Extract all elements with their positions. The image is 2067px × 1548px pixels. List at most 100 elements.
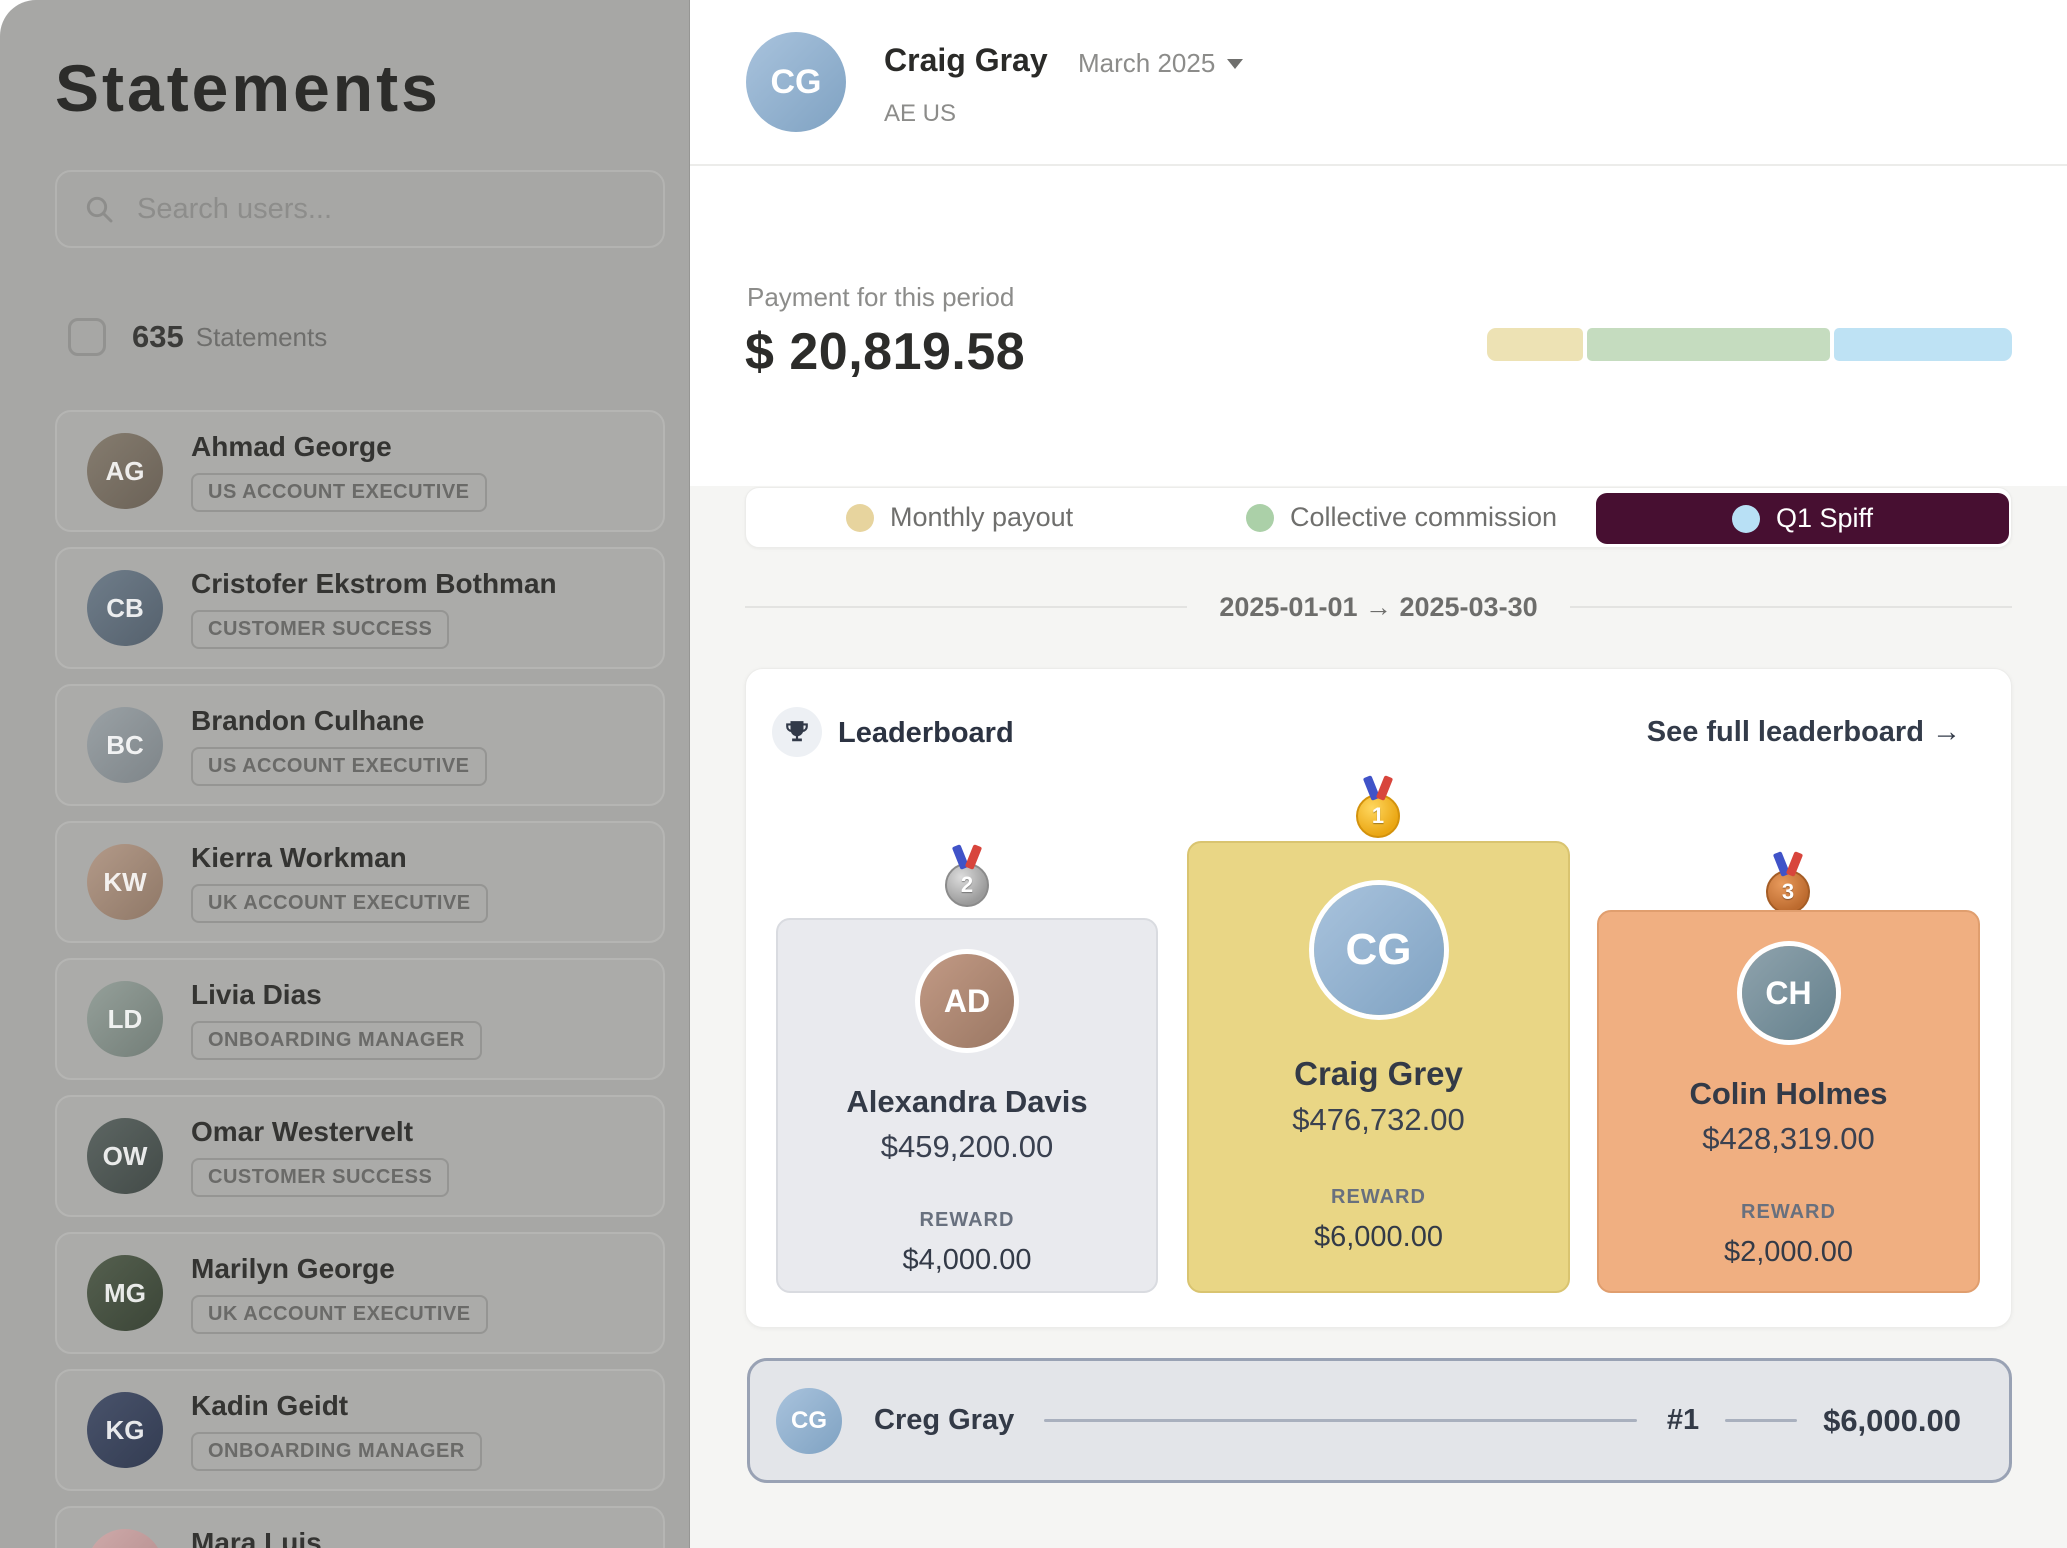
- avatar: CG: [746, 32, 846, 132]
- avatar: ML: [87, 1529, 163, 1548]
- list-item[interactable]: AG Ahmad George US ACCOUNT EXECUTIVE: [55, 410, 665, 532]
- avatar: CG: [776, 1388, 842, 1454]
- role-badge: US ACCOUNT EXECUTIVE: [191, 473, 487, 512]
- podium-card-first[interactable]: CG Craig Grey $476,732.00 REWARD $6,000.…: [1187, 841, 1570, 1293]
- list-item[interactable]: OW Omar Westervelt CUSTOMER SUCCESS: [55, 1095, 665, 1217]
- bar-segment-q1-spiff[interactable]: [1834, 328, 2012, 361]
- reward-label: REWARD: [920, 1209, 1015, 1232]
- role-badge: UK ACCOUNT EXECUTIVE: [191, 1295, 488, 1334]
- statements-app: Statements 635 Statements AG Ahmad Georg…: [0, 0, 2067, 1548]
- date-range: 2025-01-01 → 2025-03-30: [745, 592, 2012, 623]
- page-title: Statements: [55, 50, 441, 126]
- legend-item-q1-spiff-selected[interactable]: Q1 Spiff: [1596, 493, 2009, 544]
- rank-badge: #1: [1667, 1404, 1699, 1437]
- bar-segment-collective-commission[interactable]: [1587, 328, 1830, 361]
- legend-item-collective-commission[interactable]: Collective commission: [1246, 488, 1557, 547]
- list-item[interactable]: ML Mara Luis CUSTOMER SUCCESS: [55, 1506, 665, 1548]
- podium-name: Colin Holmes: [1689, 1076, 1887, 1112]
- avatar: KW: [87, 844, 163, 920]
- silver-medal-icon: 2: [944, 845, 990, 907]
- podium-name: Craig Grey: [1294, 1055, 1463, 1093]
- podium-value: $476,732.00: [1292, 1102, 1464, 1138]
- breakdown-legend: Monthly payout Collective commission Q1 …: [745, 487, 2012, 548]
- reward-value: $4,000.00: [902, 1244, 1031, 1277]
- user-name: Marilyn George: [191, 1253, 395, 1285]
- user-name: Kadin Geidt: [191, 1390, 348, 1422]
- period-dropdown[interactable]: March 2025: [1078, 48, 1243, 79]
- search-box[interactable]: [55, 170, 665, 248]
- payment-breakdown-bar: [1487, 328, 2012, 361]
- current-user-rank-row[interactable]: CG Creg Gray #1 $6,000.00: [747, 1358, 2012, 1483]
- role-badge: CUSTOMER SUCCESS: [191, 1158, 449, 1197]
- user-name: Creg Gray: [874, 1404, 1014, 1437]
- avatar: KG: [87, 1392, 163, 1468]
- q1-spiff-dot-icon: [1732, 505, 1760, 533]
- legend-item-monthly-payout[interactable]: Monthly payout: [846, 488, 1073, 547]
- avatar: AD: [920, 954, 1014, 1048]
- date-range-row: 2025-01-01 → 2025-03-30: [745, 578, 2012, 634]
- reward-value: $2,000.00: [1724, 1236, 1853, 1269]
- avatar: LD: [87, 981, 163, 1057]
- rank-number: 3: [1766, 870, 1810, 914]
- user-name: Brandon Culhane: [191, 705, 424, 737]
- user-name: Omar Westervelt: [191, 1116, 413, 1148]
- statements-count-row: 635 Statements: [68, 318, 327, 356]
- list-item[interactable]: LD Livia Dias ONBOARDING MANAGER: [55, 958, 665, 1080]
- payment-amount: $ 20,819.58: [745, 322, 1025, 382]
- list-item[interactable]: KG Kadin Geidt ONBOARDING MANAGER: [55, 1369, 665, 1491]
- list-item[interactable]: BC Brandon Culhane US ACCOUNT EXECUTIVE: [55, 684, 665, 806]
- avatar: BC: [87, 707, 163, 783]
- user-list: AG Ahmad George US ACCOUNT EXECUTIVE CB …: [55, 410, 665, 1548]
- user-name: Ahmad George: [191, 431, 392, 463]
- divider: [1044, 1419, 1637, 1422]
- monthly-payout-dot-icon: [846, 504, 874, 532]
- avatar: AG: [87, 433, 163, 509]
- rank-number: 1: [1356, 794, 1400, 838]
- avatar: MG: [87, 1255, 163, 1331]
- podium-value: $459,200.00: [881, 1129, 1053, 1165]
- podium-card-second[interactable]: AD Alexandra Davis $459,200.00 REWARD $4…: [776, 918, 1158, 1293]
- leaderboard-title: Leaderboard: [838, 717, 1014, 750]
- user-name: Livia Dias: [191, 979, 322, 1011]
- collective-commission-dot-icon: [1246, 504, 1274, 532]
- avatar: CB: [87, 570, 163, 646]
- divider: [1725, 1419, 1797, 1422]
- role-badge: US ACCOUNT EXECUTIVE: [191, 747, 487, 786]
- bar-segment-monthly-payout[interactable]: [1487, 328, 1583, 361]
- search-input[interactable]: [135, 192, 637, 227]
- chevron-down-icon: [1227, 59, 1243, 69]
- statements-sidebar: Statements 635 Statements AG Ahmad Georg…: [0, 0, 690, 1548]
- select-all-checkbox[interactable]: [68, 318, 106, 356]
- rank-number: 2: [945, 863, 989, 907]
- role-badge: ONBOARDING MANAGER: [191, 1432, 482, 1471]
- user-name: Cristofer Ekstrom Bothman: [191, 568, 557, 600]
- list-item[interactable]: KW Kierra Workman UK ACCOUNT EXECUTIVE: [55, 821, 665, 943]
- statements-count-label: Statements: [196, 322, 328, 353]
- podium-card-third[interactable]: CH Colin Holmes $428,319.00 REWARD $2,00…: [1597, 910, 1980, 1293]
- search-icon: [83, 193, 115, 225]
- avatar: CH: [1742, 946, 1836, 1040]
- list-item[interactable]: CB Cristofer Ekstrom Bothman CUSTOMER SU…: [55, 547, 665, 669]
- statements-count: 635: [132, 319, 184, 355]
- role-badge: ONBOARDING MANAGER: [191, 1021, 482, 1060]
- see-full-leaderboard-link[interactable]: See full leaderboard →: [1647, 716, 1961, 749]
- avatar: OW: [87, 1118, 163, 1194]
- period-label: March 2025: [1078, 48, 1215, 79]
- list-item[interactable]: MG Marilyn George UK ACCOUNT EXECUTIVE: [55, 1232, 665, 1354]
- avatar: CG: [1314, 885, 1444, 1015]
- podium-value: $428,319.00: [1702, 1121, 1874, 1157]
- role-badge: CUSTOMER SUCCESS: [191, 610, 449, 649]
- user-name: Mara Luis: [191, 1527, 322, 1548]
- legend-label: Q1 Spiff: [1776, 503, 1873, 534]
- legend-label: Monthly payout: [890, 502, 1073, 533]
- payment-label: Payment for this period: [747, 282, 1014, 313]
- reward-label: REWARD: [1741, 1201, 1836, 1224]
- bronze-medal-icon: 3: [1765, 852, 1811, 914]
- reward-value: $6,000.00: [1314, 1221, 1443, 1254]
- legend-label: Collective commission: [1290, 502, 1557, 533]
- podium-name: Alexandra Davis: [846, 1084, 1087, 1120]
- reward-label: REWARD: [1331, 1186, 1426, 1209]
- gold-medal-icon: 1: [1355, 776, 1401, 838]
- role-badge: UK ACCOUNT EXECUTIVE: [191, 884, 488, 923]
- user-subtitle: AE US: [884, 100, 956, 128]
